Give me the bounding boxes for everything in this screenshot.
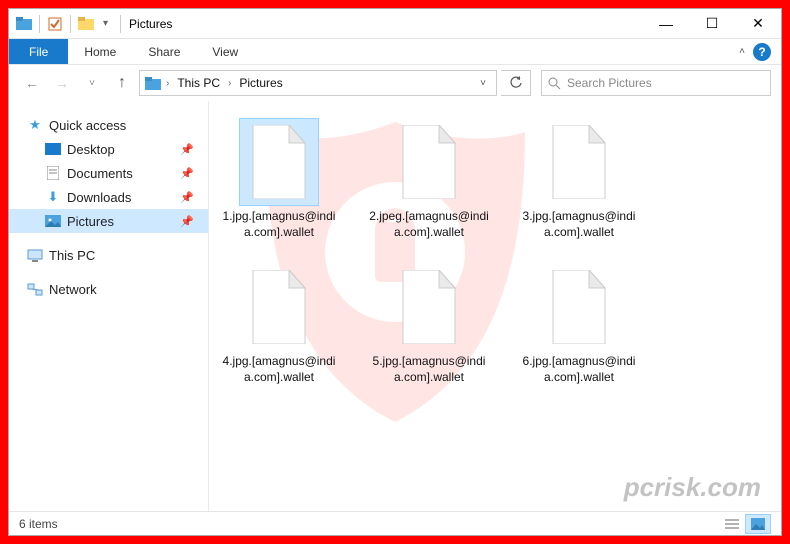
properties-icon[interactable]: [46, 15, 64, 33]
desktop-icon: [45, 141, 61, 157]
computer-icon: [27, 247, 43, 263]
search-placeholder: Search Pictures: [567, 76, 652, 90]
recent-dropdown[interactable]: ˅: [79, 70, 105, 96]
downloads-icon: ⬇: [45, 189, 61, 205]
sidebar-item-documents[interactable]: Documents 📌: [9, 161, 208, 185]
blank-file-icon: [390, 264, 468, 350]
forward-button[interactable]: →: [49, 70, 75, 96]
sidebar-this-pc[interactable]: This PC: [9, 243, 208, 267]
file-item[interactable]: 2.jpeg.[amagnus@india.com].wallet: [369, 119, 489, 240]
item-count: 6 items: [19, 517, 58, 531]
sidebar-item-desktop[interactable]: Desktop 📌: [9, 137, 208, 161]
pictures-icon: [45, 213, 61, 229]
back-button[interactable]: ←: [19, 70, 45, 96]
folder-icon: [15, 15, 33, 33]
body: ★ Quick access Desktop 📌 Documents 📌 ⬇ D…: [9, 101, 781, 511]
status-bar: 6 items: [9, 511, 781, 535]
file-name: 2.jpeg.[amagnus@india.com].wallet: [369, 209, 489, 240]
blank-file-icon: [540, 264, 618, 350]
file-name: 4.jpg.[amagnus@india.com].wallet: [219, 354, 339, 385]
file-name: 5.jpg.[amagnus@india.com].wallet: [369, 354, 489, 385]
pin-icon: 📌: [180, 143, 194, 156]
tab-share[interactable]: Share: [132, 39, 196, 64]
search-icon: [548, 77, 561, 90]
pin-icon: 📌: [180, 191, 194, 204]
tab-view[interactable]: View: [196, 39, 254, 64]
file-name: 6.jpg.[amagnus@india.com].wallet: [519, 354, 639, 385]
file-item[interactable]: 5.jpg.[amagnus@india.com].wallet: [369, 264, 489, 385]
sidebar-network[interactable]: Network: [9, 277, 208, 301]
file-name: 1.jpg.[amagnus@india.com].wallet: [219, 209, 339, 240]
title-bar: ▾ Pictures — ☐ ✕: [9, 9, 781, 39]
blank-file-icon: [390, 119, 468, 205]
network-icon: [27, 281, 43, 297]
search-input[interactable]: Search Pictures: [541, 70, 771, 96]
file-item[interactable]: 3.jpg.[amagnus@india.com].wallet: [519, 119, 639, 240]
explorer-window: ▾ Pictures — ☐ ✕ File Home Share View ˄ …: [8, 8, 782, 536]
file-item[interactable]: 4.jpg.[amagnus@india.com].wallet: [219, 264, 339, 385]
pin-icon: 📌: [180, 167, 194, 180]
close-button[interactable]: ✕: [735, 9, 781, 39]
sidebar-item-downloads[interactable]: ⬇ Downloads 📌: [9, 185, 208, 209]
ribbon-collapse-icon[interactable]: ˄: [739, 46, 745, 57]
refresh-button[interactable]: [501, 70, 531, 96]
quick-access-header[interactable]: ★ Quick access: [9, 113, 208, 137]
window-title: Pictures: [123, 17, 172, 31]
chevron-right-icon[interactable]: ›: [226, 78, 233, 89]
maximize-button[interactable]: ☐: [689, 9, 735, 39]
chevron-right-icon[interactable]: ›: [164, 78, 171, 89]
window-controls: — ☐ ✕: [643, 9, 781, 39]
address-bar[interactable]: › This PC › Pictures ˅: [139, 70, 497, 96]
breadcrumb-thispc[interactable]: This PC: [173, 76, 224, 90]
navigation-pane: ★ Quick access Desktop 📌 Documents 📌 ⬇ D…: [9, 101, 209, 511]
up-button[interactable]: ↑: [109, 70, 135, 96]
ribbon: File Home Share View ˄ ?: [9, 39, 781, 65]
blank-file-icon: [240, 264, 318, 350]
navigation-bar: ← → ˅ ↑ › This PC › Pictures ˅ Search Pi…: [9, 65, 781, 101]
tab-home[interactable]: Home: [68, 39, 132, 64]
sidebar-item-pictures[interactable]: Pictures 📌: [9, 209, 208, 233]
details-view-button[interactable]: [719, 514, 745, 534]
blank-file-icon: [540, 119, 618, 205]
thumbnails-view-button[interactable]: [745, 514, 771, 534]
blank-file-icon: [240, 119, 318, 205]
file-item[interactable]: 6.jpg.[amagnus@india.com].wallet: [519, 264, 639, 385]
qat-dropdown-icon[interactable]: ▾: [99, 18, 112, 29]
file-item[interactable]: 1.jpg.[amagnus@india.com].wallet: [219, 119, 339, 240]
address-dropdown-icon[interactable]: ˅: [474, 78, 492, 89]
file-menu[interactable]: File: [9, 39, 68, 64]
file-name: 3.jpg.[amagnus@india.com].wallet: [519, 209, 639, 240]
breadcrumb-pictures[interactable]: Pictures: [235, 76, 286, 90]
file-pane[interactable]: 1.jpg.[amagnus@india.com].wallet 2.jpeg.…: [209, 101, 781, 511]
pin-icon: 📌: [180, 215, 194, 228]
pictures-folder-icon: [144, 74, 162, 92]
star-icon: ★: [27, 117, 43, 133]
minimize-button[interactable]: —: [643, 9, 689, 39]
documents-icon: [45, 165, 61, 181]
new-folder-icon[interactable]: [77, 15, 95, 33]
help-icon[interactable]: ?: [753, 43, 771, 61]
quick-access-toolbar: ▾: [9, 15, 118, 33]
